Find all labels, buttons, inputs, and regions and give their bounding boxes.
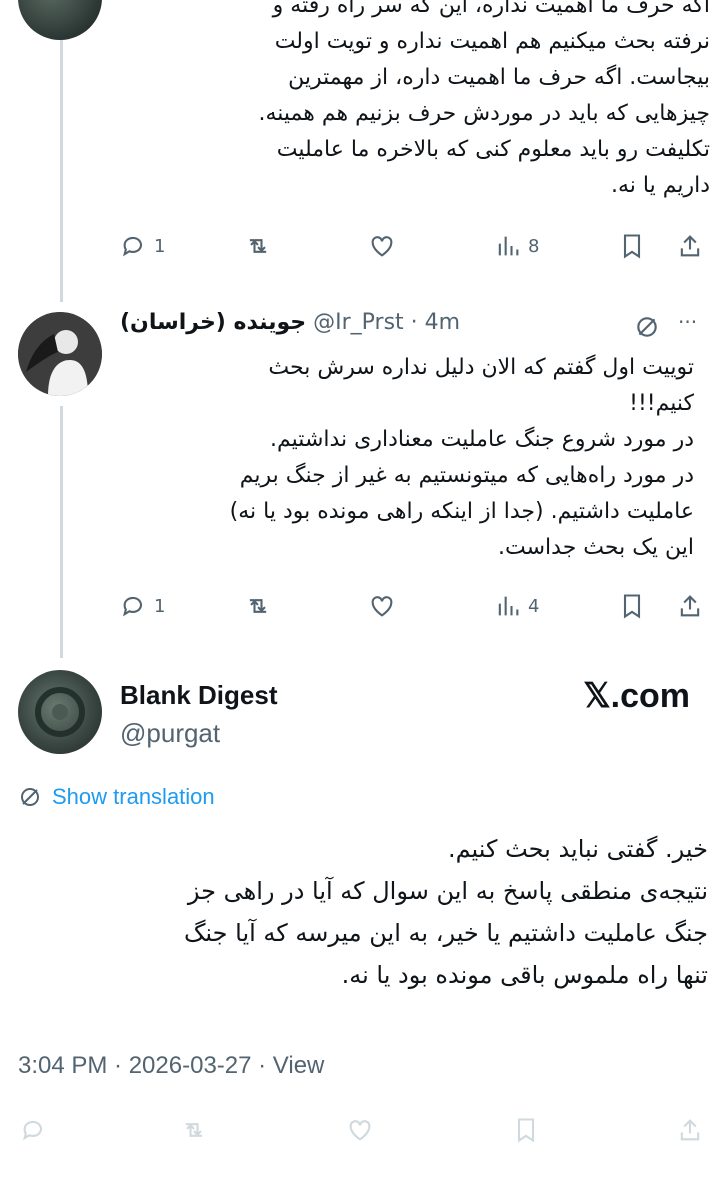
author-name[interactable]: جوینده (خراسان): [120, 310, 306, 335]
reply-icon: [123, 236, 143, 257]
views-count: 8: [528, 235, 540, 257]
bookmark-button[interactable]: [512, 1116, 540, 1144]
bookmark-button[interactable]: [618, 592, 646, 620]
more-options-button[interactable]: ···: [678, 310, 697, 334]
share-icon: [680, 595, 700, 617]
post-timestamp[interactable]: 3:04 PM · 2026-03-27 · View: [18, 1052, 324, 1080]
separator-dot: ·: [410, 310, 418, 335]
author-handle[interactable]: @purgat: [120, 718, 220, 749]
translate-icon: [21, 788, 39, 806]
share-icon: [680, 235, 700, 257]
views-button[interactable]: 8: [494, 232, 539, 260]
retweet-icon: [249, 239, 267, 253]
avatar[interactable]: [18, 670, 102, 754]
heart-icon: [371, 236, 393, 257]
views-count: 4: [528, 595, 540, 617]
tweet-actions: 1 4: [0, 590, 726, 630]
avatar[interactable]: [18, 0, 102, 40]
views-icon: [498, 236, 519, 256]
avatar[interactable]: [18, 312, 102, 396]
reply-button[interactable]: [20, 1116, 48, 1144]
reply-count: 1: [154, 235, 166, 257]
tweet-text: توییت اول گفتم که الان دلیل نداره سرش بح…: [229, 355, 694, 560]
bookmark-icon: [517, 1118, 535, 1143]
heart-icon: [371, 596, 393, 617]
tweet-actions: 1 8: [0, 228, 726, 268]
translate-icon[interactable]: [634, 314, 660, 344]
portrait-image: [18, 312, 102, 396]
like-button[interactable]: [368, 232, 396, 260]
author-handle[interactable]: @Ir_Prst: [313, 310, 404, 335]
heart-icon: [349, 1120, 371, 1141]
bookmark-icon: [623, 234, 641, 259]
reply-icon: [23, 1120, 43, 1141]
bookmark-icon: [623, 594, 641, 619]
like-button[interactable]: [346, 1116, 374, 1144]
retweet-button[interactable]: [244, 232, 272, 260]
retweet-icon: [185, 1123, 203, 1137]
share-button[interactable]: [676, 232, 704, 260]
retweet-button[interactable]: [180, 1116, 208, 1144]
avatar-image: [35, 687, 85, 737]
author-name[interactable]: Blank Digest: [120, 680, 278, 711]
retweet-icon: [249, 599, 267, 613]
author-line: جوینده (خراسان) @Ir_Prst · 4m: [120, 310, 460, 335]
reply-count: 1: [154, 595, 166, 617]
share-button[interactable]: [676, 592, 704, 620]
main-actions: [0, 1114, 726, 1154]
show-translation-label: Show translation: [52, 784, 215, 809]
reply-button[interactable]: 1: [120, 592, 165, 620]
post-time[interactable]: 4m: [425, 310, 460, 335]
retweet-button[interactable]: [244, 592, 272, 620]
tweet-header: ··· جوینده (خراسان) @Ir_Prst · 4m: [120, 308, 710, 344]
brand-watermark: 𝕏.com: [583, 677, 690, 715]
bookmark-button[interactable]: [618, 232, 646, 260]
reply-button[interactable]: 1: [120, 232, 165, 260]
share-icon: [680, 1119, 700, 1141]
views-button[interactable]: 4: [494, 592, 539, 620]
more-icon: ···: [678, 310, 698, 334]
views-icon: [498, 596, 519, 616]
show-translation-link[interactable]: Show translation: [18, 784, 215, 810]
tweet-text: اگه حرف ما اهمیت نداره، این که سر راه رف…: [258, 0, 710, 198]
share-button[interactable]: [676, 1116, 704, 1144]
reply-icon: [123, 596, 143, 617]
tweet-text: خیر. گفتی نباید بحث کنیم. نتیجه‌ی منطقی …: [183, 835, 708, 989]
like-button[interactable]: [368, 592, 396, 620]
